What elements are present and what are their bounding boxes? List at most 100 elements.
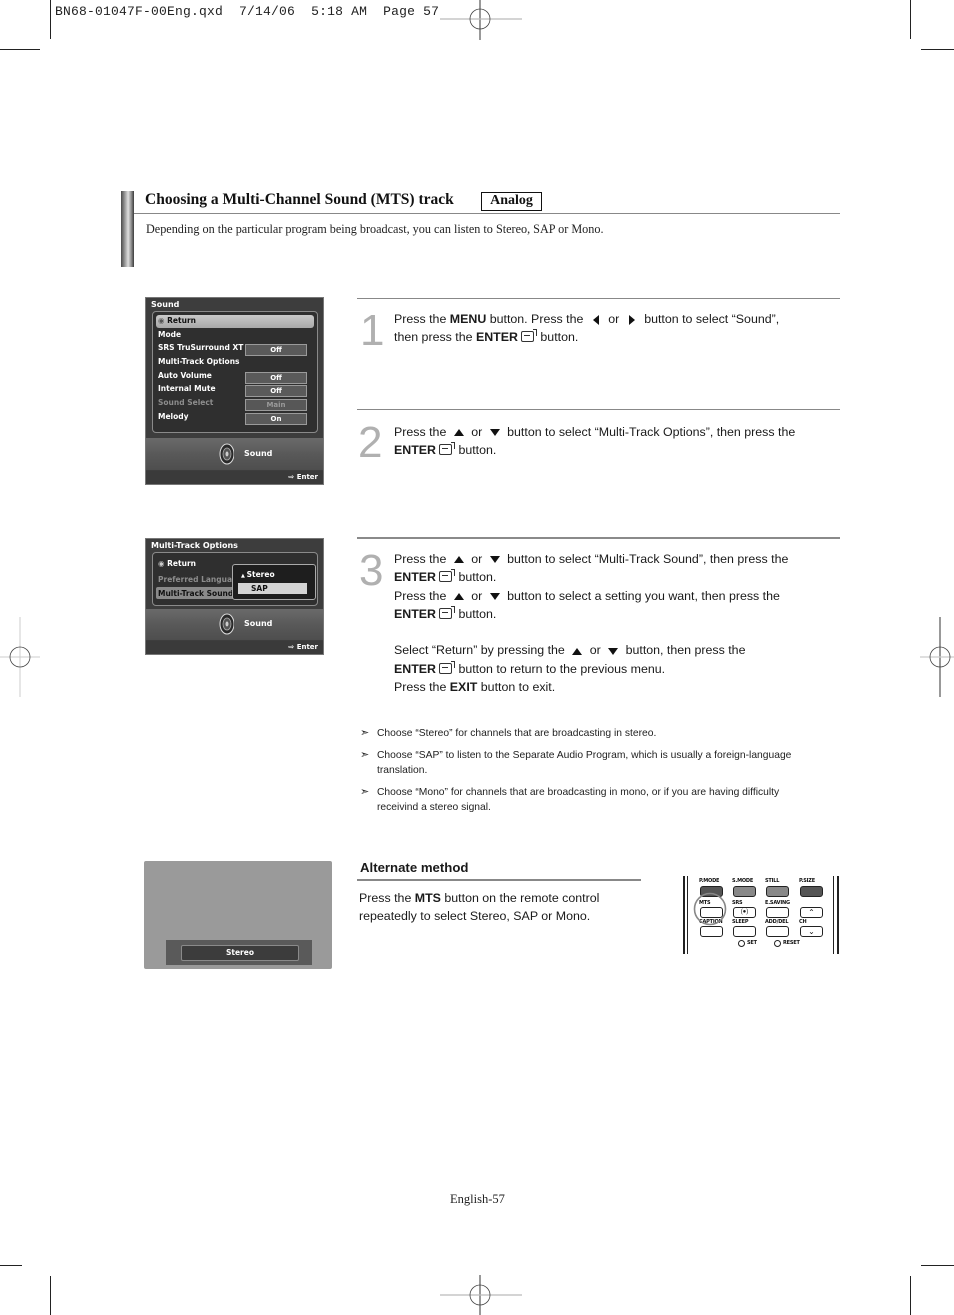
alternate-method-text: Press the MTS button on the remote contr… bbox=[359, 889, 644, 926]
remote-button-sleep[interactable] bbox=[733, 926, 756, 937]
step-2-text: Press the or button to select “Multi-Tra… bbox=[394, 423, 839, 460]
text-run: button. bbox=[536, 330, 579, 345]
tv-mts-banner: Stereo bbox=[166, 940, 312, 965]
option-label: Stereo bbox=[246, 570, 275, 579]
mts-highlight-circle bbox=[693, 892, 727, 926]
osd-row-label: Melody bbox=[158, 412, 189, 421]
osd-row-value[interactable]: On bbox=[245, 413, 307, 425]
osd-row-multitrack-sound[interactable]: Multi-Track Sound bbox=[158, 589, 233, 598]
tv-screen-illustration: Stereo bbox=[144, 861, 332, 969]
osd-option-sap[interactable]: SAP bbox=[238, 583, 307, 594]
osd-option-stereo[interactable]: ▲ Stereo bbox=[241, 570, 275, 579]
remote-small-button[interactable] bbox=[738, 940, 745, 947]
step-number: 3 bbox=[359, 546, 384, 595]
enter-icon bbox=[520, 329, 537, 343]
step-line: Press the or button to select “Multi-Tra… bbox=[394, 550, 839, 568]
speaker-icon bbox=[219, 443, 234, 465]
remote-edge-right bbox=[833, 876, 834, 954]
osd-row-melody[interactable]: Melody bbox=[158, 412, 189, 421]
remote-button-srs[interactable]: (●) bbox=[733, 907, 756, 918]
slug-date: 7/14/06 bbox=[239, 4, 296, 19]
osd-row-value[interactable]: Off bbox=[245, 344, 307, 356]
text-run: button. Press the bbox=[486, 312, 587, 326]
osd-row-sound-select[interactable]: Sound Select bbox=[158, 398, 213, 407]
step-line: Press the EXIT button to exit. bbox=[394, 678, 839, 696]
text-run: button, then press the bbox=[622, 643, 746, 658]
right-arrow-icon bbox=[628, 314, 635, 325]
osd-row-srs-trusurround-xt[interactable]: SRS TruSurround XT bbox=[158, 343, 243, 352]
crop-mark bbox=[910, 0, 911, 39]
enter-icon: ⇨ bbox=[288, 473, 297, 481]
osd-enter-hint: ⇨ Enter bbox=[288, 643, 318, 651]
left-arrow-icon bbox=[592, 314, 599, 325]
remote-button-ch-up[interactable]: ⌃ bbox=[800, 907, 823, 918]
down-arrow-icon bbox=[489, 592, 500, 600]
up-arrow-icon bbox=[453, 429, 464, 437]
text-run: button to select “Multi-Track Options”, … bbox=[503, 425, 796, 439]
remote-edge-left bbox=[683, 876, 685, 954]
remote-button-p-size[interactable] bbox=[800, 886, 823, 897]
osd-sound-panel: ◉ Return Mode SRS TruSurround XT Off Multi-T… bbox=[152, 311, 318, 433]
text-run: or bbox=[467, 425, 486, 439]
step-line: ENTER button. bbox=[394, 568, 839, 586]
remote-button-s-mode[interactable] bbox=[733, 886, 756, 897]
text-run: button. bbox=[455, 443, 497, 458]
osd-row-return[interactable]: ◉ Return bbox=[158, 559, 196, 568]
note-sap: ➣ Choose “SAP” to listen to the Separate … bbox=[360, 748, 820, 778]
osd-row-value[interactable]: Off bbox=[245, 372, 307, 384]
slug-file: BN68-01047F-00Eng.qxd bbox=[55, 4, 224, 19]
osd-row-value[interactable]: Off bbox=[245, 385, 307, 397]
text-run: button to return to the previous menu. bbox=[455, 661, 666, 676]
step-line: ENTER button. bbox=[394, 605, 839, 623]
remote-button-label: SLEEP bbox=[732, 919, 749, 925]
osd-row-auto-volume[interactable]: Auto Volume bbox=[158, 371, 212, 380]
step-3-divider bbox=[357, 537, 840, 539]
step-number: 1 bbox=[360, 306, 385, 355]
remote-small-button[interactable] bbox=[774, 940, 781, 947]
note-arrow-icon: ➣ bbox=[360, 749, 370, 761]
remote-button-still[interactable] bbox=[766, 886, 789, 897]
text-run: or bbox=[467, 552, 486, 566]
osd-multitrack-bottom-bar: ⇨ Enter bbox=[146, 641, 323, 654]
osd-row-internal-mute[interactable]: Internal Mute bbox=[158, 384, 216, 393]
osd-enter-hint: ⇨ Enter bbox=[288, 473, 318, 481]
osd-multitrack-title: Multi-Track Options bbox=[151, 541, 238, 550]
crop-mark bbox=[921, 1265, 954, 1266]
remote-button-caption[interactable] bbox=[700, 926, 723, 937]
step-line bbox=[394, 623, 839, 641]
note-text: Choose “SAP” to listen to the Separate A… bbox=[377, 750, 792, 776]
osd-row-preferred-language[interactable]: Preferred Language bbox=[158, 575, 233, 584]
osd-enter-label: Enter bbox=[296, 473, 318, 481]
remote-small-button-label: RESET bbox=[783, 940, 800, 946]
osd-row-label: Sound Select bbox=[158, 398, 214, 407]
osd-sound-bottom-bar: ⇨ Enter bbox=[146, 471, 323, 484]
step-1-divider bbox=[357, 298, 840, 299]
intro-text: Depending on the particular program bein… bbox=[146, 222, 604, 236]
remote-button-e-saving[interactable] bbox=[766, 907, 789, 918]
crop-mark bbox=[50, 1276, 51, 1315]
osd-row-multi-track-options[interactable]: Multi-Track Options bbox=[158, 357, 240, 366]
text-run: button. bbox=[455, 570, 497, 585]
osd-sound-menu: Sound ◉ Return Mode SRS TruSurround XT Off M… bbox=[145, 297, 324, 485]
remote-button-label: ADD/DEL bbox=[765, 919, 789, 925]
osd-row-value[interactable]: Main bbox=[245, 399, 307, 411]
remote-button-ch-down[interactable]: ⌄ bbox=[800, 926, 823, 937]
remote-button-add-del[interactable] bbox=[766, 926, 789, 937]
osd-dropdown[interactable]: ▲ Stereo SAP bbox=[232, 564, 316, 600]
text-run: then press the bbox=[394, 330, 476, 345]
slug-page-label: Page bbox=[383, 4, 416, 19]
remote-button-label: SRS bbox=[732, 900, 743, 906]
osd-row-mode[interactable]: Mode bbox=[158, 330, 181, 339]
page-number-footer: English-57 bbox=[450, 1192, 505, 1206]
button-name: ENTER bbox=[475, 330, 518, 345]
text-run: button. bbox=[455, 606, 497, 621]
text-run: Press the bbox=[394, 425, 450, 439]
registration-mark-top bbox=[440, 0, 522, 40]
step-line: Press the MENU button. Press the or butt… bbox=[394, 310, 839, 328]
osd-sound-title: Sound bbox=[151, 300, 180, 309]
crop-mark bbox=[50, 0, 51, 39]
up-arrow-icon bbox=[572, 647, 583, 655]
step-line: ENTER button to return to the previous m… bbox=[394, 660, 839, 678]
text-run: button to exit. bbox=[477, 680, 556, 695]
osd-row-return[interactable]: ◉ Return bbox=[158, 316, 196, 325]
